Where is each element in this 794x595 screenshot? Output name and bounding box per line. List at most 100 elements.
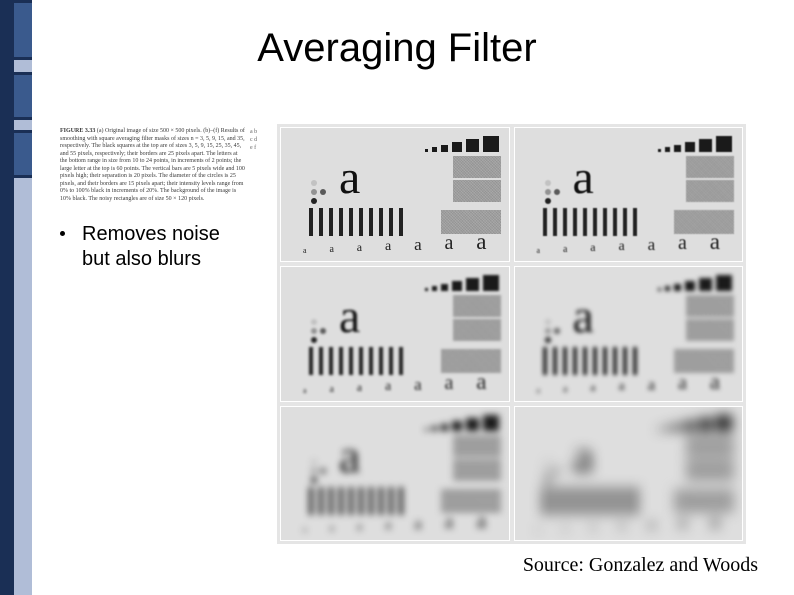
sizing-letters-row: a a a a a a a bbox=[303, 508, 487, 534]
accent-block-2 bbox=[14, 72, 32, 120]
dots-triangle bbox=[311, 180, 326, 204]
sizing-letters-row: a a a a a a a bbox=[303, 369, 487, 395]
sizing-letter: a bbox=[329, 523, 333, 534]
sizing-letter: a bbox=[563, 523, 567, 534]
sizing-letter: a bbox=[618, 239, 624, 255]
sizing-letter: a bbox=[414, 375, 422, 395]
accent-block-3 bbox=[14, 130, 32, 178]
figure-panel-c: a a a a a a a a bbox=[280, 266, 510, 401]
bullet-text: Removes noise but also blurs bbox=[82, 222, 270, 272]
sizing-letter: a bbox=[444, 372, 453, 395]
sizing-letters-row: a a a a a a a bbox=[537, 508, 721, 534]
sizing-letter: a bbox=[678, 232, 687, 255]
sizing-letter: a bbox=[476, 229, 486, 255]
figure-panel-b: a a a a a a a a bbox=[514, 127, 744, 262]
sizing-letters-row: a a a a a a a bbox=[537, 369, 721, 395]
squares-row bbox=[425, 415, 499, 431]
sizing-letter: a bbox=[648, 375, 656, 395]
accent-spine bbox=[0, 0, 14, 595]
sizing-letters-row: a a a a a a a bbox=[303, 229, 487, 255]
sizing-letter: a bbox=[303, 246, 307, 255]
dots-triangle bbox=[545, 180, 560, 204]
sizing-letter: a bbox=[590, 380, 595, 395]
sizing-letter: a bbox=[385, 239, 391, 255]
sizing-letter: a bbox=[357, 240, 362, 255]
square-icon bbox=[441, 145, 448, 152]
large-letter-a: a bbox=[339, 293, 360, 341]
figure-number: FIGURE 3.33 bbox=[60, 128, 95, 134]
sizing-letter: a bbox=[618, 379, 624, 395]
panel-label-row-1: a b bbox=[250, 128, 266, 136]
dots-triangle bbox=[545, 459, 560, 483]
noise-patch bbox=[686, 435, 734, 457]
sizing-letter: a bbox=[710, 369, 720, 395]
sizing-letter: a bbox=[385, 518, 391, 534]
sizing-letter: a bbox=[537, 525, 541, 534]
sizing-letter: a bbox=[414, 514, 422, 534]
sizing-letter: a bbox=[303, 386, 307, 395]
slide-left-accent bbox=[0, 0, 32, 595]
sizing-letter: a bbox=[444, 511, 453, 534]
noise-patch bbox=[453, 180, 501, 202]
figure-grid: a a a a a a a a a bbox=[277, 124, 746, 544]
noise-patch bbox=[686, 459, 734, 481]
figure-panel-e: a a a a a a a a bbox=[280, 406, 510, 541]
figure-panel-d: a a a a a a a a bbox=[514, 266, 744, 401]
sizing-letter: a bbox=[476, 369, 486, 395]
figure-panel-labels: a b c d e f bbox=[250, 128, 266, 153]
square-icon bbox=[466, 139, 479, 152]
sizing-letter: a bbox=[618, 518, 624, 534]
noise-patch bbox=[453, 319, 501, 341]
sizing-letter: a bbox=[710, 229, 720, 255]
squares-row bbox=[425, 275, 499, 291]
noise-patch bbox=[453, 459, 501, 481]
square-icon bbox=[425, 149, 428, 152]
figure-caption-text: (a) Original image of size 500 × 500 pix… bbox=[60, 128, 245, 202]
large-letter-a: a bbox=[573, 293, 594, 341]
slide-title: Averaging Filter bbox=[0, 26, 794, 71]
dots-triangle bbox=[311, 459, 326, 483]
figure-panel-a: a a a a a a a a bbox=[280, 127, 510, 262]
dots-triangle bbox=[311, 319, 326, 343]
sizing-letter: a bbox=[303, 525, 307, 534]
sizing-letter: a bbox=[563, 244, 567, 255]
noise-patch bbox=[453, 156, 501, 178]
bullet-marker bbox=[60, 231, 65, 236]
sizing-letter: a bbox=[590, 519, 595, 534]
large-letter-a: a bbox=[573, 433, 594, 481]
noise-patch bbox=[686, 319, 734, 341]
bullet-list: Removes noise but also blurs bbox=[60, 222, 270, 272]
sizing-letter: a bbox=[414, 235, 422, 255]
sizing-letter: a bbox=[329, 244, 333, 255]
sizing-letter: a bbox=[710, 508, 720, 534]
squares-row bbox=[658, 275, 732, 291]
sizing-letter: a bbox=[563, 384, 567, 395]
sizing-letter: a bbox=[648, 235, 656, 255]
noise-patch bbox=[686, 295, 734, 317]
noise-patch bbox=[686, 156, 734, 178]
figure-panel-f: a a a a a a a a bbox=[514, 406, 744, 541]
squares-row bbox=[425, 136, 499, 152]
square-icon bbox=[483, 136, 499, 152]
squares-row bbox=[658, 136, 732, 152]
panel-label-row-3: e f bbox=[250, 144, 266, 152]
large-letter-a: a bbox=[573, 154, 594, 202]
square-icon bbox=[452, 142, 462, 152]
sizing-letter: a bbox=[357, 519, 362, 534]
large-letter-a: a bbox=[339, 154, 360, 202]
noise-patch bbox=[453, 435, 501, 457]
noise-patch bbox=[686, 180, 734, 202]
sizing-letter: a bbox=[329, 384, 333, 395]
sizing-letters-row: a a a a a a a bbox=[537, 229, 721, 255]
sizing-letter: a bbox=[537, 246, 541, 255]
sizing-letter: a bbox=[648, 514, 656, 534]
panel-label-row-2: c d bbox=[250, 136, 266, 144]
noise-patch bbox=[453, 295, 501, 317]
sizing-letter: a bbox=[444, 232, 453, 255]
sizing-letter: a bbox=[357, 380, 362, 395]
sizing-letter: a bbox=[590, 240, 595, 255]
sizing-letter: a bbox=[678, 372, 687, 395]
dots-triangle bbox=[545, 319, 560, 343]
square-icon bbox=[432, 147, 437, 152]
sizing-letter: a bbox=[537, 386, 541, 395]
